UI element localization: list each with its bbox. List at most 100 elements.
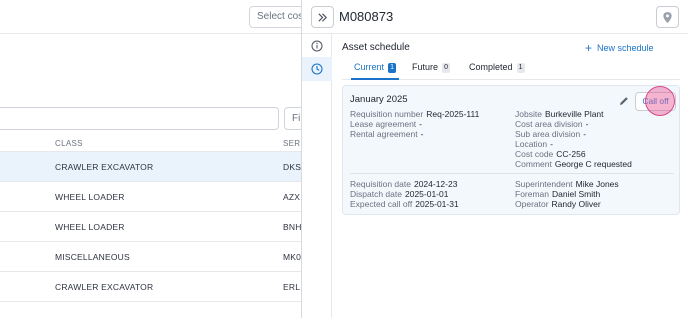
tab-count-badge: 1 — [388, 63, 397, 73]
asset-drawer: M080873 Asset schedule + New schedule Cu… — [301, 0, 688, 318]
tab-count-badge: 1 — [516, 63, 525, 73]
cell-serial: MK0 — [283, 252, 301, 262]
cell-serial: ERL — [283, 282, 301, 292]
field-key: Cost area division — [515, 119, 583, 129]
table-row[interactable]: MISCELLANEOUS MK0 — [0, 242, 301, 272]
field-value: - — [583, 129, 587, 139]
schedule-card: January 2025 Call off Requisition number… — [342, 85, 680, 215]
plus-icon: + — [585, 41, 593, 55]
field-comment: Comment George C requested — [515, 159, 632, 169]
tab-current[interactable]: Current 1 — [351, 62, 400, 80]
schedule-tab-button[interactable] — [302, 57, 332, 81]
field-value: Mike Jones — [575, 179, 619, 189]
drawer-title: M080873 — [339, 9, 394, 24]
field-location: Location - — [515, 139, 553, 149]
cell-serial: AZX — [283, 192, 301, 202]
tab-label: Completed — [469, 62, 513, 72]
background-filter-input[interactable]: Fi — [284, 107, 301, 130]
card-divider — [350, 173, 674, 174]
field-key: Requisition date — [350, 179, 411, 189]
field-value: Randy Oliver — [551, 199, 601, 209]
schedule-card-title: January 2025 — [350, 94, 408, 105]
map-pin-icon — [663, 11, 672, 23]
tab-count-badge: 0 — [442, 63, 451, 73]
call-off-button[interactable]: Call off — [635, 92, 676, 111]
clock-icon — [311, 63, 323, 75]
field-sub-area-division: Sub area division - — [515, 129, 586, 139]
field-key: Requisition number — [350, 109, 424, 119]
cell-class: CRAWLER EXCAVATOR — [55, 282, 154, 292]
field-value: Daniel Smith — [552, 189, 601, 199]
tab-completed[interactable]: Completed 1 — [469, 62, 525, 80]
field-requisition-number: Requisition number Req-2025-111 — [350, 109, 479, 119]
tab-label: Future — [412, 62, 439, 72]
field-operator: Operator Randy Oliver — [515, 199, 601, 209]
table-row[interactable]: WHEEL LOADER AZX — [0, 182, 301, 212]
field-value: 2025-01-01 — [404, 189, 449, 199]
field-value: - — [419, 119, 423, 129]
location-button[interactable] — [656, 6, 679, 28]
new-schedule-label: New schedule — [597, 43, 654, 53]
field-value: - — [420, 129, 424, 139]
field-value: Burkeville Plant — [544, 109, 604, 119]
field-value: 2024-12-23 — [413, 179, 458, 189]
field-key: Cost code — [515, 149, 554, 159]
cell-class: WHEEL LOADER — [55, 222, 125, 232]
field-dispatch-date: Dispatch date 2025-01-01 — [350, 189, 448, 199]
pencil-icon[interactable] — [618, 95, 630, 107]
field-value: 2025-01-31 — [415, 199, 459, 209]
field-key: Sub area division — [515, 129, 581, 139]
field-jobsite: Jobsite Burkeville Plant — [515, 109, 604, 119]
field-value: CC-256 — [556, 149, 586, 159]
table-row[interactable]: CRAWLER EXCAVATOR ERL — [0, 272, 301, 302]
column-header-class[interactable]: CLASS — [55, 139, 83, 148]
field-key: Foreman — [515, 189, 550, 199]
table-row[interactable]: CRAWLER EXCAVATOR DKS — [0, 152, 301, 182]
field-lease-agreement: Lease agreement - — [350, 119, 422, 129]
background-app: Select cos Fi CLASS SERI CRAWLER EXCAVAT… — [0, 0, 301, 318]
cost-select[interactable]: Select cos — [249, 6, 301, 28]
field-cost-area-division: Cost area division - — [515, 119, 588, 129]
field-rental-agreement: Rental agreement - — [350, 129, 423, 139]
field-key: Location — [515, 139, 548, 149]
field-value: - — [550, 139, 553, 149]
field-foreman: Foreman Daniel Smith — [515, 189, 600, 199]
tab-label: Current — [354, 62, 385, 72]
schedule-tabs: Current 1 Future 0 Completed 1 — [342, 58, 680, 80]
table-row[interactable]: WHEEL LOADER BNH — [0, 212, 301, 242]
cell-serial: BNH — [283, 222, 301, 232]
double-chevron-right-icon — [318, 12, 328, 22]
asset-table: CLASS SERI CRAWLER EXCAVATOR DKS WHEEL L… — [0, 134, 301, 302]
field-key: Dispatch date — [350, 189, 402, 199]
tab-future[interactable]: Future 0 — [412, 62, 451, 80]
table-header: CLASS SERI — [0, 134, 301, 152]
field-value: Req-2025-111 — [426, 109, 480, 119]
field-key: Expected call off — [350, 199, 413, 209]
background-topbar: Select cos — [0, 0, 301, 34]
field-requisition-date: Requisition date 2024-12-23 — [350, 179, 457, 189]
drawer-side-rail — [302, 34, 332, 318]
collapse-drawer-button[interactable] — [311, 6, 334, 28]
field-value: George C requested — [554, 159, 632, 169]
info-tab-button[interactable] — [302, 34, 332, 58]
cell-class: CRAWLER EXCAVATOR — [55, 162, 154, 172]
field-key: Superintendent — [515, 179, 573, 189]
field-key: Operator — [515, 199, 549, 209]
info-icon — [311, 40, 323, 52]
field-superintendent: Superintendent Mike Jones — [515, 179, 619, 189]
cell-serial: DKS — [283, 162, 301, 172]
new-schedule-button[interactable]: + New schedule — [585, 41, 654, 55]
background-search-input[interactable] — [0, 107, 279, 130]
cell-class: MISCELLANEOUS — [55, 252, 130, 262]
column-header-serial[interactable]: SERI — [283, 139, 301, 148]
field-value: - — [585, 119, 589, 129]
field-expected-call-off: Expected call off 2025-01-31 — [350, 199, 459, 209]
field-key: Lease agreement — [350, 119, 417, 129]
field-key: Rental agreement — [350, 129, 418, 139]
field-cost-code: Cost code CC-256 — [515, 149, 586, 159]
drawer-header: M080873 — [302, 0, 688, 34]
cell-class: WHEEL LOADER — [55, 192, 125, 202]
section-title: Asset schedule — [342, 42, 410, 53]
field-key: Jobsite — [515, 109, 542, 119]
field-key: Comment — [515, 159, 552, 169]
